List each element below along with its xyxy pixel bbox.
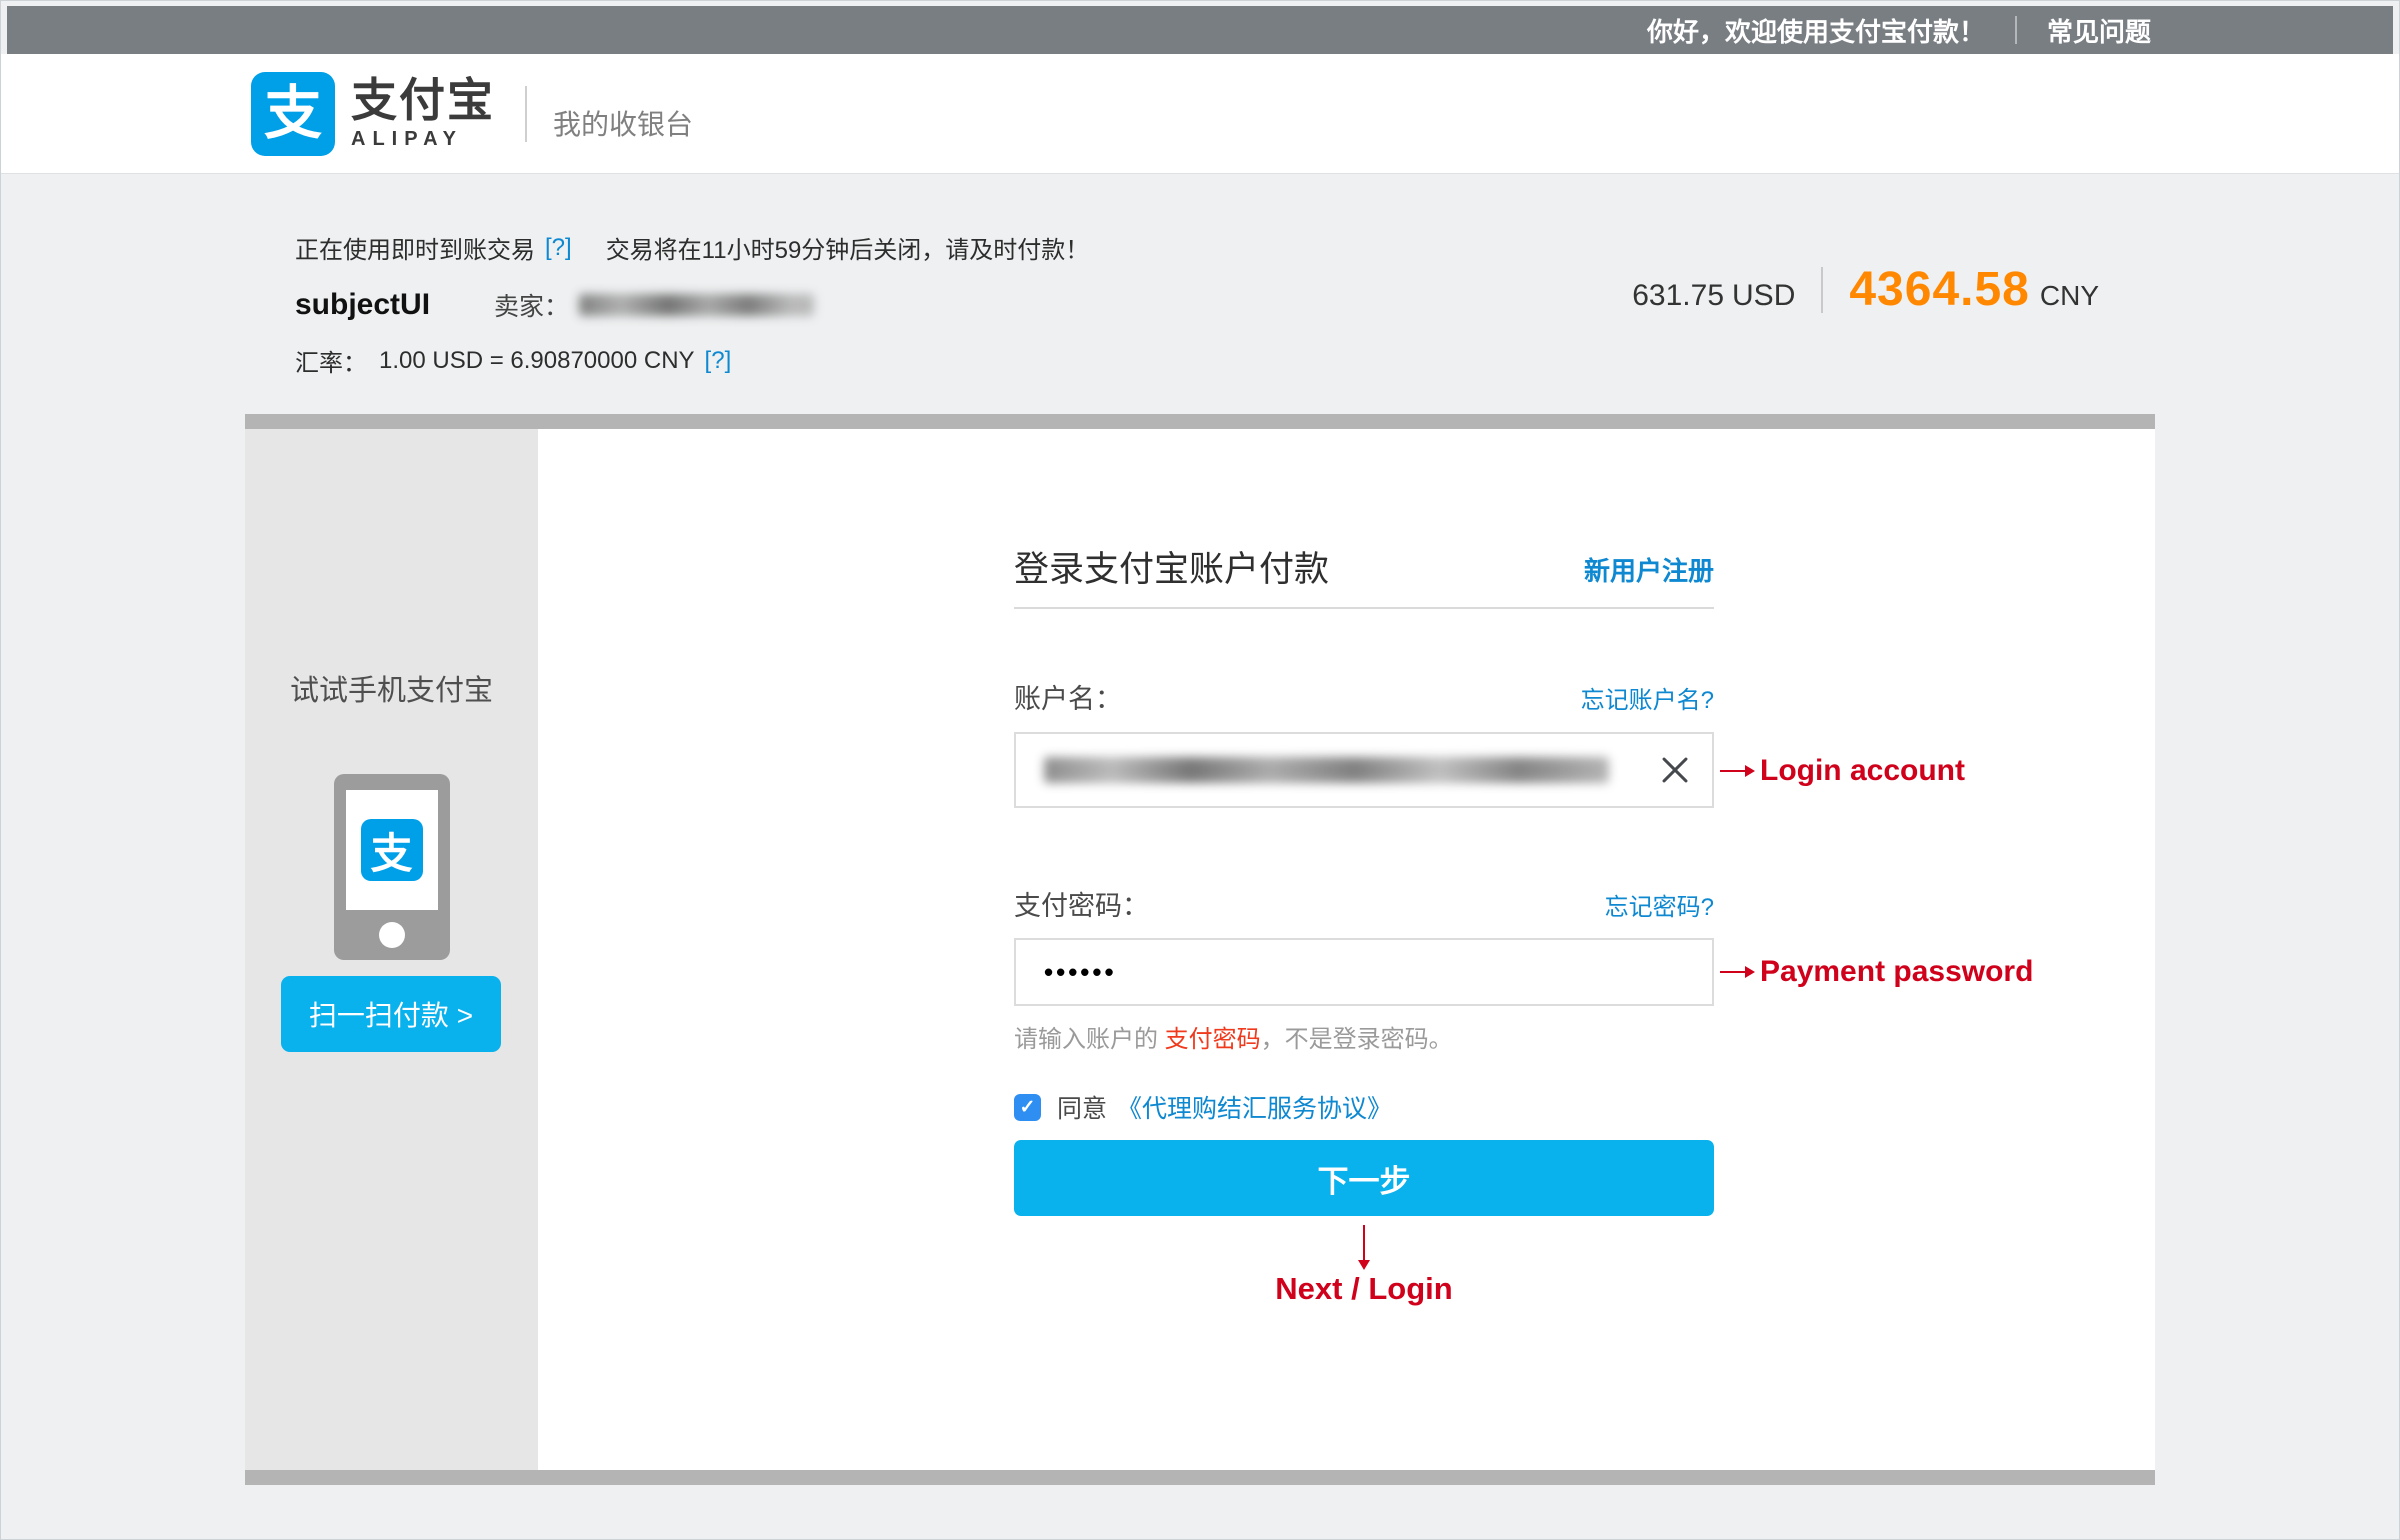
order-subject: subjectUI (295, 288, 430, 322)
usd-unit: USD (1732, 279, 1795, 313)
bottom-separator-bar (245, 1470, 2155, 1485)
notice-prefix: 正在使用即时到账交易 (295, 230, 535, 265)
header: 支 支付宝 ALIPAY 我的收银台 (1, 54, 2399, 174)
agreement-link[interactable]: 《代理购结汇服务协议》 (1117, 1089, 1392, 1125)
account-input[interactable] (1014, 732, 1714, 808)
content-wrap: 正在使用即时到账交易 [?] 交易将在11小时59分钟后关闭，请及时付款！ su… (245, 174, 2155, 1485)
notice-suffix: 交易将在11小时59分钟后关闭，请及时付款！ (606, 230, 1090, 265)
checkmark-icon: ✓ (1020, 1098, 1036, 1117)
rate-help-icon[interactable]: [?] (705, 347, 732, 375)
right-arrow-icon (1720, 971, 1746, 973)
main-panel: 试试手机支付宝 支 扫一扫付款 > 登录支付宝账户付款 新用户注册 (245, 429, 2155, 1470)
seller-name-redacted (579, 294, 814, 316)
hint-prefix: 请输入账户的 (1014, 1026, 1165, 1053)
logo-cn-text: 支付宝 (351, 76, 495, 124)
exchange-rate-row: 汇率： 1.00 USD = 6.90870000 CNY [?] (295, 343, 2155, 378)
register-link[interactable]: 新用户注册 (1584, 551, 1714, 588)
account-value-redacted (1044, 757, 1609, 783)
password-input[interactable]: •••••• (1014, 938, 1714, 1006)
account-annotation-label: Login account (1760, 754, 1965, 788)
submit-annotation: Next / Login (1014, 1271, 1714, 1307)
alipay-wordmark: 支付宝 ALIPAY (351, 76, 495, 151)
cny-amount: 4364.58 (1849, 262, 2030, 317)
transaction-notice: 正在使用即时到账交易 [?] 交易将在11小时59分钟后关闭，请及时付款！ (295, 230, 2155, 265)
seller-label: 卖家： (494, 287, 569, 323)
password-annotation: Payment password (1720, 952, 2033, 992)
password-label: 支付密码： (1014, 884, 1149, 923)
password-annotation-label: Payment password (1760, 955, 2033, 989)
agreement-row: ✓ 同意 《代理购结汇服务协议》 (1014, 1089, 1392, 1125)
alipay-logo-glyph: 支 (264, 85, 322, 143)
next-step-button[interactable]: 下一步 (1014, 1140, 1714, 1216)
alipay-logo-icon: 支 (251, 72, 335, 156)
right-arrow-icon (1720, 770, 1746, 772)
page-title: 我的收银台 (553, 103, 693, 143)
phone-home-button-icon (379, 922, 405, 948)
rate-label: 汇率： (295, 343, 367, 378)
mobile-promo-sidebar: 试试手机支付宝 支 扫一扫付款 > (245, 429, 538, 1470)
scan-to-pay-button[interactable]: 扫一扫付款 > (281, 976, 501, 1052)
promo-text: 试试手机支付宝 (245, 667, 538, 709)
form-title: 登录支付宝账户付款 (1014, 541, 1329, 592)
logo-en-text: ALIPAY (351, 128, 495, 151)
order-info-section: 正在使用即时到账交易 [?] 交易将在11小时59分钟后关闭，请及时付款！ su… (245, 174, 2155, 414)
password-hint: 请输入账户的 支付密码，不是登录密码。 (1014, 1019, 1453, 1054)
title-underline (1014, 607, 1714, 609)
login-form-area: 登录支付宝账户付款 新用户注册 账户名： 忘记账户名? 支付密码： 忘 (538, 429, 2155, 1470)
account-label: 账户名： (1014, 677, 1122, 716)
notice-help-icon[interactable]: [?] (545, 234, 572, 262)
phone-screen: 支 (346, 790, 438, 910)
down-arrow-icon (1363, 1225, 1365, 1261)
phone-icon: 支 (334, 774, 450, 960)
agree-label: 同意 (1057, 1089, 1107, 1125)
phone-alipay-logo-icon: 支 (361, 819, 423, 881)
greeting-text: 你好，欢迎使用支付宝付款！ (1647, 12, 1985, 49)
amount-block: 631.75 USD 4364.58 CNY (1632, 262, 2099, 317)
clear-icon[interactable] (1660, 755, 1690, 785)
agree-checkbox[interactable]: ✓ (1014, 1094, 1041, 1121)
topbar-divider (2015, 16, 2017, 44)
rate-value: 1.00 USD = 6.90870000 CNY (379, 347, 695, 375)
usd-amount: 631.75 (1632, 279, 1724, 313)
account-annotation: Login account (1720, 751, 1965, 791)
topbar: 你好，欢迎使用支付宝付款！ 常见问题 (7, 6, 2393, 54)
top-separator-bar (245, 414, 2155, 429)
hint-suffix: ，不是登录密码。 (1261, 1026, 1453, 1053)
forgot-account-link[interactable]: 忘记账户名? (1581, 680, 1714, 715)
forgot-password-link[interactable]: 忘记密码? (1605, 887, 1714, 922)
cny-unit: CNY (2040, 280, 2099, 312)
password-dots: •••••• (1044, 957, 1117, 988)
amount-divider (1821, 267, 1823, 313)
alipay-cashier-page: 你好，欢迎使用支付宝付款！ 常见问题 支 支付宝 ALIPAY 我的收银台 正在… (0, 0, 2400, 1540)
faq-link[interactable]: 常见问题 (2047, 12, 2151, 49)
header-divider (525, 86, 527, 142)
hint-highlight: 支付密码 (1165, 1026, 1261, 1053)
